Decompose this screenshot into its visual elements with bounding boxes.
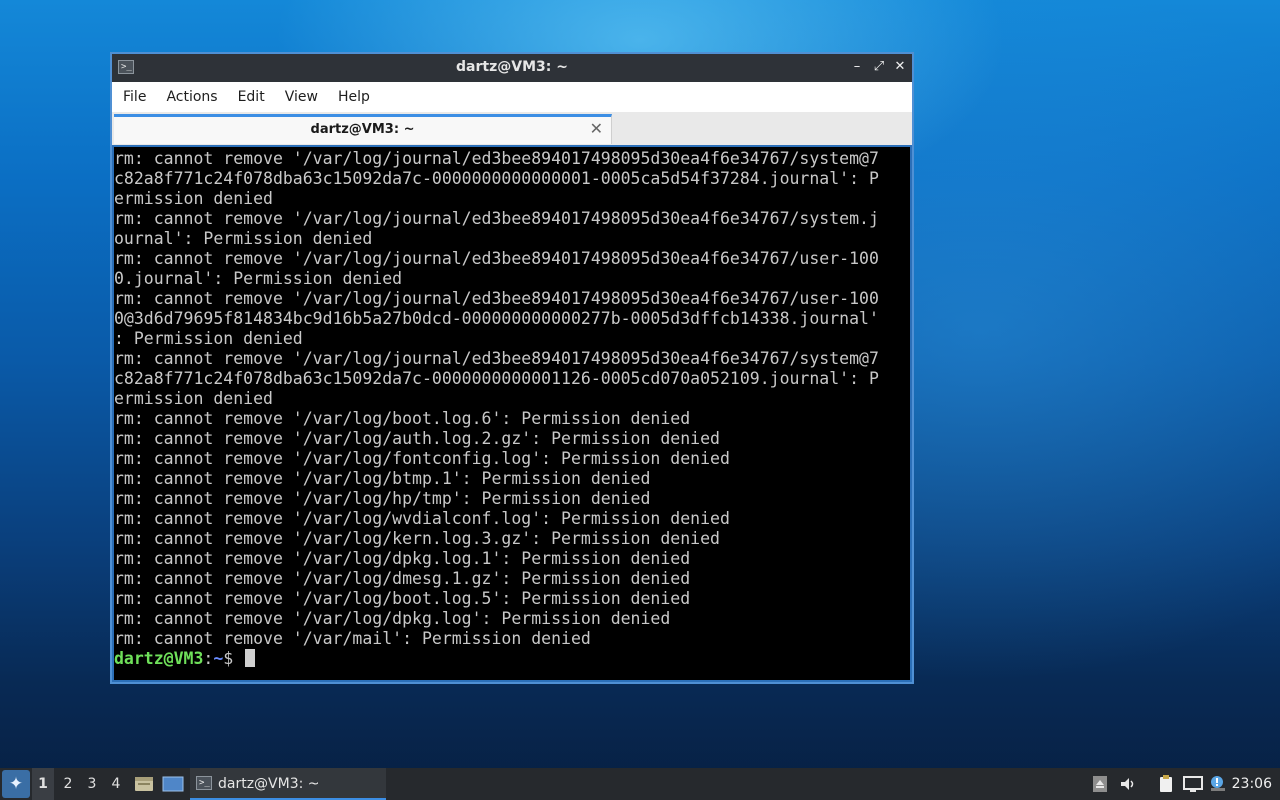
terminal-line: rm: cannot remove '/var/log/dmesg.1.gz':… — [114, 569, 691, 588]
tab-label: dartz@VM3: ~ — [310, 122, 415, 137]
terminal-line: c82a8f771c24f078dba63c15092da7c-00000000… — [114, 169, 879, 188]
terminal-line: rm: cannot remove '/var/log/boot.log.6':… — [114, 409, 691, 428]
terminal-line: rm: cannot remove '/var/log/journal/ed3b… — [114, 249, 879, 268]
workspace-3[interactable]: 3 — [81, 768, 103, 800]
eject-icon[interactable] — [1090, 774, 1110, 794]
terminal-line: rm: cannot remove '/var/log/dpkg.log.1':… — [114, 549, 691, 568]
file-manager-icon[interactable] — [134, 774, 154, 794]
clipboard-icon[interactable] — [1156, 774, 1176, 794]
terminal-line: rm: cannot remove '/var/log/auth.log.2.g… — [114, 429, 720, 448]
terminal-line: rm: cannot remove '/var/log/dpkg.log': P… — [114, 609, 671, 628]
prompt-user-host: dartz@VM3 — [114, 649, 204, 668]
clock[interactable]: 23:06 — [1232, 776, 1272, 792]
terminal-line: rm: cannot remove '/var/log/journal/ed3b… — [114, 149, 879, 168]
show-desktop-icon[interactable] — [162, 774, 184, 794]
menu-actions[interactable]: Actions — [156, 82, 227, 112]
terminal-output[interactable]: rm: cannot remove '/var/log/journal/ed3b… — [114, 147, 910, 680]
terminal-prompt-line: dartz@VM3:~$ — [114, 649, 910, 669]
window-titlebar[interactable]: >_ dartz@VM3: ~ – ⤢ ✕ — [112, 54, 912, 82]
terminal-line: ermission denied — [114, 189, 273, 208]
taskbar-task-terminal[interactable]: >_ dartz@VM3: ~ — [190, 768, 386, 800]
taskbar: ✦ 1 2 3 4 >_ dartz@VM3: ~ 23:06 — [0, 768, 1280, 800]
menu-edit[interactable]: Edit — [228, 82, 275, 112]
text-cursor — [245, 649, 256, 667]
terminal-line: : Permission denied — [114, 329, 303, 348]
terminal-line: rm: cannot remove '/var/log/boot.log.5':… — [114, 589, 691, 608]
terminal-line: rm: cannot remove '/var/log/journal/ed3b… — [114, 349, 879, 368]
lubuntu-start-icon: ✦ — [8, 774, 24, 794]
workspace-4[interactable]: 4 — [105, 768, 127, 800]
prompt-separator: : — [203, 649, 214, 668]
terminal-line: rm: cannot remove '/var/log/fontconfig.l… — [114, 449, 730, 468]
terminal-line: c82a8f771c24f078dba63c15092da7c-00000000… — [114, 369, 879, 388]
volume-icon[interactable] — [1118, 774, 1138, 794]
maximize-button[interactable]: ⤢ — [870, 58, 888, 76]
terminal-icon: >_ — [196, 776, 212, 790]
tab-terminal[interactable]: dartz@VM3: ~ ✕ — [114, 114, 612, 144]
terminal-line: 0@3d6d79695f814834bc9d16b5a27b0dcd-00000… — [114, 309, 879, 328]
task-label: dartz@VM3: ~ — [218, 776, 320, 792]
workspace-1[interactable]: 1 — [32, 768, 54, 800]
terminal-line: rm: cannot remove '/var/log/hp/tmp': Per… — [114, 489, 651, 508]
menu-bar: File Actions Edit View Help — [112, 82, 912, 113]
menu-help[interactable]: Help — [328, 82, 380, 112]
tab-close-icon[interactable]: ✕ — [590, 119, 603, 138]
terminal-line: 0.journal': Permission denied — [114, 269, 403, 288]
terminal-line: rm: cannot remove '/var/log/kern.log.3.g… — [114, 529, 720, 548]
prompt-symbol: $ — [223, 649, 244, 668]
terminal-line: ournal': Permission denied — [114, 229, 373, 248]
terminal-line: rm: cannot remove '/var/log/journal/ed3b… — [114, 209, 879, 228]
close-button[interactable]: ✕ — [891, 58, 909, 76]
window-title: dartz@VM3: ~ — [456, 59, 568, 75]
update-notifier-icon[interactable] — [1208, 774, 1228, 794]
prompt-path: ~ — [213, 649, 224, 668]
menu-file[interactable]: File — [113, 82, 156, 112]
terminal-line: rm: cannot remove '/var/mail': Permissio… — [114, 629, 591, 648]
minimize-button[interactable]: – — [848, 58, 866, 76]
network-icon[interactable] — [1182, 774, 1203, 794]
terminal-window: >_ dartz@VM3: ~ – ⤢ ✕ File Actions Edit Vie… — [110, 52, 914, 684]
terminal-lines: rm: cannot remove '/var/log/journal/ed3b… — [114, 149, 910, 649]
terminal-line: rm: cannot remove '/var/log/journal/ed3b… — [114, 289, 879, 308]
menu-view[interactable]: View — [275, 82, 328, 112]
workspace-2[interactable]: 2 — [57, 768, 79, 800]
terminal-line: rm: cannot remove '/var/log/wvdialconf.l… — [114, 509, 730, 528]
terminal-line: rm: cannot remove '/var/log/btmp.1': Per… — [114, 469, 651, 488]
start-menu-button[interactable]: ✦ — [2, 770, 30, 798]
tab-bar: dartz@VM3: ~ ✕ — [112, 112, 912, 145]
terminal-line: ermission denied — [114, 389, 273, 408]
